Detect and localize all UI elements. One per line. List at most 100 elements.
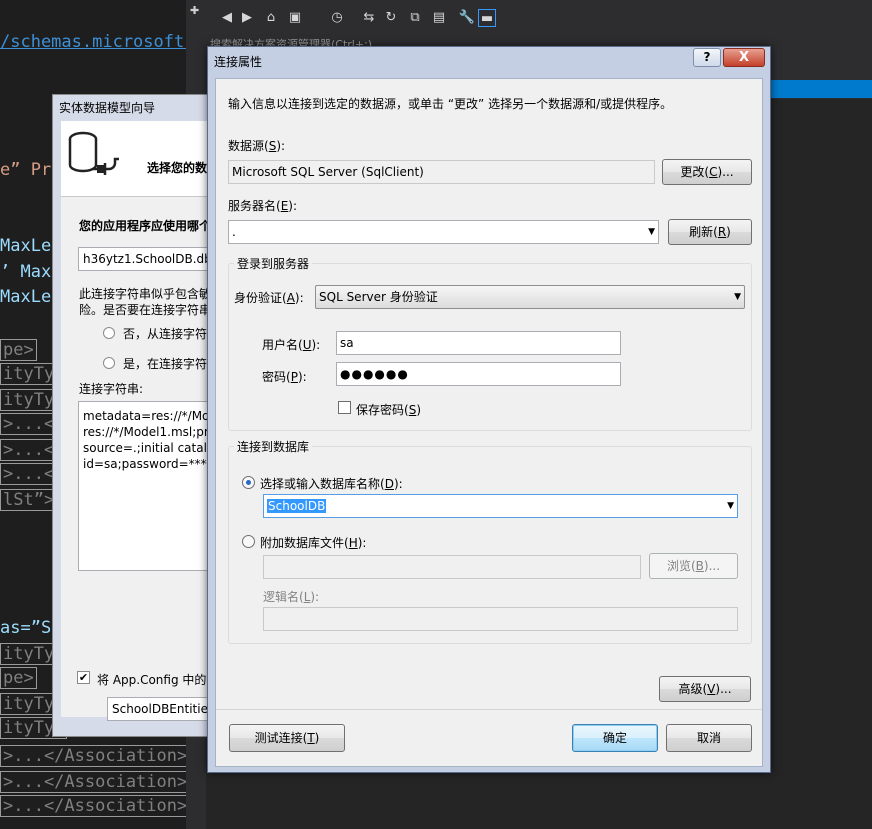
conn-string-line: id=sa;password=***** — [83, 457, 219, 471]
sync-icon[interactable]: ⇆ — [360, 9, 378, 27]
auth-combo[interactable]: SQL Server 身份验证 ▼ — [315, 285, 745, 309]
login-group-label: 登录到服务器 — [234, 255, 313, 272]
pending-changes-icon[interactable]: ◷ — [328, 9, 346, 27]
code-token: /schemas.microsoft. — [0, 32, 186, 52]
code-line: >...< — [0, 413, 58, 435]
show-all-files-icon[interactable]: ▤ — [430, 9, 448, 27]
code-token: >...< — [0, 463, 58, 485]
dropdown-arrow-icon: ▼ — [648, 227, 655, 237]
sensitive-warning-line1: 此连接字符串似乎包含敏 — [79, 287, 212, 301]
dialog-titlebar[interactable]: 连接属性 ? X — [208, 47, 770, 71]
solution-explorer-toolbar: ◀ ▶ ⌂ ▣ ◷ ⇆ ↻ ⧉ ▤ 🔧 ▬ — [206, 0, 872, 36]
code-token: pe> — [0, 339, 37, 361]
ok-button[interactable]: 确定 — [572, 724, 658, 752]
conn-string-line: metadata=res://*/Mo — [83, 409, 210, 423]
password-input[interactable]: ●●●●●● — [336, 362, 621, 386]
wizard-question: 您的应用程序应使用哪个 — [79, 219, 212, 233]
code-line: /schemas.microsoft. — [0, 32, 186, 52]
conn-string-line: source=.;initial catalo — [83, 441, 215, 455]
wizard-step-title: 选择您的数 — [147, 161, 208, 175]
advanced-button[interactable]: 高级(V)... — [659, 676, 751, 702]
instructions-text: 输入信息以连接到选定的数据源，或单击 “更改” 选择另一个数据源和/或提供程序。 — [228, 97, 673, 111]
server-value: . — [232, 225, 236, 239]
database-combo[interactable]: SchoolDB ▼ — [263, 494, 738, 518]
collapse-all-icon[interactable]: ⧉ — [406, 9, 424, 27]
sensitive-warning-line2: 险。是否要在连接字符串 — [79, 303, 212, 317]
change-button[interactable]: 更改(C)... — [662, 159, 752, 185]
radio-attach-db[interactable] — [242, 535, 255, 548]
code-line: lSt”> — [0, 489, 58, 511]
code-line: >...</Association> — [0, 771, 186, 793]
entities-name-input[interactable]: SchoolDBEntities — [107, 697, 221, 721]
code-token: >...< — [0, 439, 58, 461]
option-no-label: 否，从连接字符 — [123, 327, 208, 341]
database-value: SchoolDB — [267, 499, 327, 513]
save-password-label: 保存密码(S) — [356, 403, 421, 417]
close-button[interactable]: X — [723, 48, 765, 67]
code-line: pe> — [0, 667, 37, 689]
username-label: 用户名(U): — [262, 338, 321, 352]
switch-view-icon[interactable]: ▣ — [286, 9, 304, 27]
radio-exclude-sensitive[interactable] — [103, 327, 115, 339]
attach-file-input — [263, 555, 641, 579]
conn-string-box[interactable]: metadata=res://*/Mo res://*/Model1.msl;p… — [78, 401, 221, 571]
entity-data-model-wizard: 实体数据模型向导 选择您的数 您的应用程序应使用哪个 h36ytz1.Schoo… — [52, 94, 222, 737]
select-db-label: 选择或输入数据库名称(D): — [260, 477, 403, 491]
scroll-up-arrow-icon[interactable]: ✚ — [190, 4, 199, 17]
server-combo[interactable]: . ▼ — [228, 220, 659, 244]
option-yes-label: 是，在连接字符 — [123, 357, 208, 371]
properties-icon[interactable]: 🔧 — [458, 9, 476, 27]
auth-label: 身份验证(A): — [234, 291, 304, 305]
wizard-header: 选择您的数 — [61, 121, 221, 197]
code-line: pe> — [0, 339, 37, 361]
help-button[interactable]: ? — [693, 48, 721, 67]
refresh-button[interactable]: 刷新(R) — [668, 219, 752, 245]
code-line: >...</Association> — [0, 745, 186, 767]
password-label: 密码(P): — [262, 370, 307, 384]
cancel-button[interactable]: 取消 — [666, 724, 752, 752]
database-group-label: 连接到数据库 — [234, 438, 313, 455]
preview-icon[interactable]: ▬ — [478, 9, 496, 27]
radio-select-db[interactable] — [242, 476, 255, 489]
save-password-checkbox[interactable] — [338, 401, 351, 414]
server-label: 服务器名(E): — [228, 199, 298, 213]
dropdown-arrow-icon: ▼ — [727, 501, 734, 511]
connection-properties-dialog: 连接属性 ? X 输入信息以连接到选定的数据源，或单击 “更改” 选择另一个数据… — [207, 46, 771, 773]
connection-combo[interactable]: h36ytz1.SchoolDB.dbo — [78, 247, 221, 271]
conn-string-line: res://*/Model1.msl;pr — [83, 425, 209, 439]
code-token: >...</Association> — [0, 795, 186, 817]
logical-name-input — [263, 607, 738, 631]
wizard-title: 实体数据模型向导 — [59, 101, 156, 115]
radio-include-sensitive[interactable] — [103, 357, 115, 369]
code-token: >...</Association> — [0, 771, 186, 793]
username-input[interactable]: sa — [336, 331, 621, 355]
dialog-body: 输入信息以连接到选定的数据源，或单击 “更改” 选择另一个数据源和/或提供程序。… — [215, 78, 763, 767]
datasource-label: 数据源(S): — [228, 139, 286, 153]
datasource-field: Microsoft SQL Server (SqlClient) — [228, 160, 655, 184]
test-connection-button[interactable]: 测试连接(T) — [229, 724, 345, 752]
code-token: >...< — [0, 413, 58, 435]
code-line: >...< — [0, 463, 58, 485]
wizard-body: 您的应用程序应使用哪个 h36ytz1.SchoolDB.dbo 此连接字符串似… — [61, 197, 221, 721]
refresh-icon[interactable]: ↻ — [382, 9, 400, 27]
attach-label: 附加数据库文件(H): — [260, 536, 367, 550]
code-token: pe> — [0, 667, 37, 689]
logical-name-label: 逻辑名(L): — [263, 590, 320, 604]
save-config-label: 将 App.Config 中的 — [97, 673, 207, 687]
dropdown-arrow-icon: ▼ — [734, 292, 741, 302]
code-token: >...</Association> — [0, 745, 186, 767]
back-icon[interactable]: ◀ — [218, 9, 236, 27]
save-config-checkbox[interactable]: ✔ — [77, 671, 90, 684]
dialog-title: 连接属性 — [214, 55, 263, 69]
code-line: >...</Association> — [0, 795, 186, 817]
auth-value: SQL Server 身份验证 — [319, 290, 438, 304]
database-connection-icon — [68, 131, 119, 175]
code-line: >...< — [0, 439, 58, 461]
forward-icon[interactable]: ▶ — [238, 9, 256, 27]
divider — [216, 709, 762, 710]
code-token: lSt”> — [0, 489, 58, 511]
selected-tree-item[interactable] — [770, 80, 872, 98]
home-icon[interactable]: ⌂ — [262, 9, 280, 27]
browse-button: 浏览(B)... — [649, 553, 738, 579]
conn-string-label: 连接字符串: — [79, 382, 144, 396]
